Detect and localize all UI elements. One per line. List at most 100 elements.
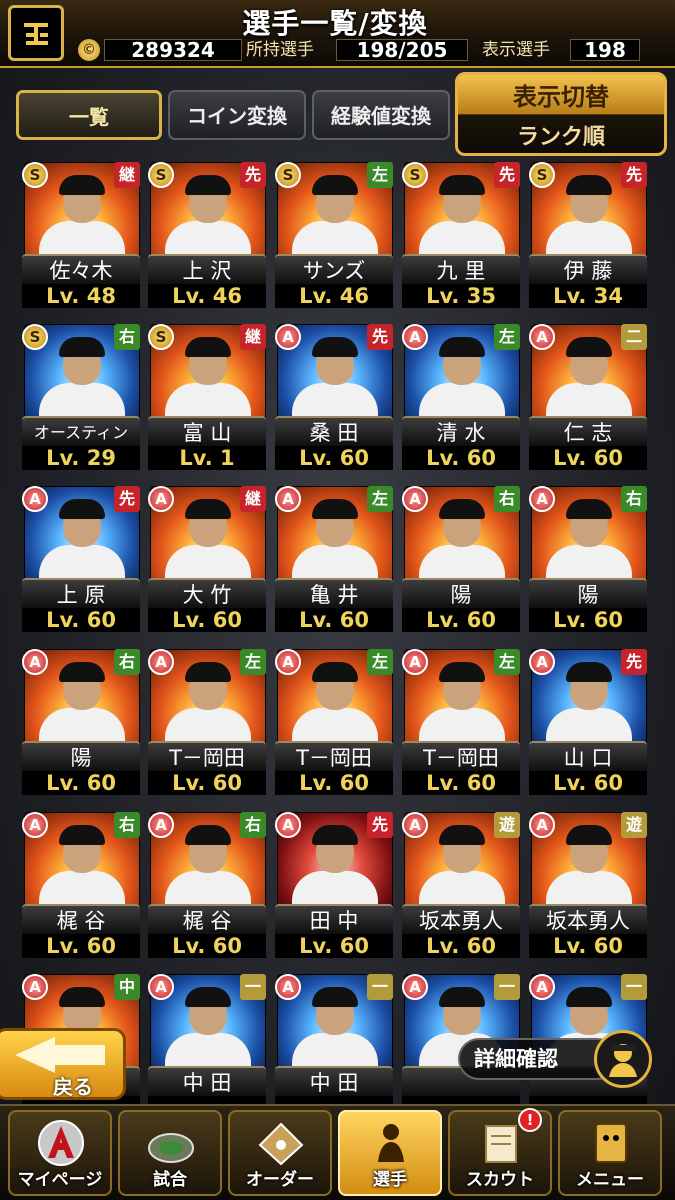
position-badge: 左 (367, 162, 393, 188)
player-name: 上 沢 (148, 254, 266, 286)
rank-badge: A (529, 324, 555, 350)
player-name: 清 水 (402, 416, 520, 448)
position-badge: 左 (367, 486, 393, 512)
team-logo-icon (8, 5, 64, 61)
player-level: Lv. 60 (275, 446, 393, 470)
player-card[interactable]: A 右陽 Lv. 60 (402, 486, 520, 632)
player-level: Lv. 60 (22, 608, 140, 632)
player-name: サンズ (275, 254, 393, 286)
tab-list[interactable]: 一覧 (16, 90, 162, 140)
rank-badge: A (402, 974, 428, 1000)
owned-players-label: 所持選手 (246, 40, 314, 60)
player-card[interactable]: A 右陽 Lv. 60 (529, 486, 647, 632)
player-card[interactable]: A 先山 口 Lv. 60 (529, 649, 647, 795)
player-card[interactable]: A 右梶 谷 Lv. 60 (148, 812, 266, 958)
nav-label: マイページ (17, 1170, 103, 1190)
display-toggle-button[interactable]: 表示切替 ランク順 (455, 72, 667, 156)
player-card[interactable]: A 先上 原 Lv. 60 (22, 486, 140, 632)
notification-badge: ! (518, 1108, 542, 1132)
display-toggle-label: 表示切替 (513, 83, 609, 111)
nav-item-menu[interactable]: メニュー (558, 1110, 662, 1196)
rank-badge: A (22, 649, 48, 675)
player-name: 田 中 (275, 904, 393, 936)
position-badge: 一 (494, 974, 520, 1000)
player-level: Lv. 60 (402, 934, 520, 958)
rank-badge: A (529, 649, 555, 675)
position-badge: 遊 (621, 812, 647, 838)
nav-item-field[interactable]: オーダー (228, 1110, 332, 1196)
player-card[interactable]: A 右梶 谷 Lv. 60 (22, 812, 140, 958)
nav-item-stadium[interactable]: 試合 (118, 1110, 222, 1196)
player-card[interactable]: A 先桑 田 Lv. 60 (275, 324, 393, 470)
a-emblem-icon (36, 1118, 86, 1168)
nav-item-player[interactable]: 選手 (338, 1110, 442, 1196)
sort-order-value: ランク順 (516, 125, 605, 150)
tab-exp-convert[interactable]: 経験値変換 (312, 90, 450, 140)
player-level: Lv. 60 (529, 934, 647, 958)
player-card[interactable]: S 右オースティン Lv. 29 (22, 324, 140, 470)
player-card[interactable]: A 左 T－岡田 Lv. 60 (148, 649, 266, 795)
player-card[interactable]: A 遊坂本勇人 Lv. 60 (402, 812, 520, 958)
player-card[interactable]: A 二仁 志 Lv. 60 (529, 324, 647, 470)
position-badge: 先 (621, 649, 647, 675)
player-card[interactable]: A 左 T－岡田 Lv. 60 (275, 649, 393, 795)
player-level: Lv. 46 (275, 284, 393, 308)
player-card[interactable]: A 左亀 井 Lv. 60 (275, 486, 393, 632)
rank-badge: S (402, 162, 428, 188)
position-badge: 二 (621, 324, 647, 350)
player-level: Lv. 60 (275, 771, 393, 795)
player-level: Lv. 60 (275, 608, 393, 632)
detail-check-button[interactable]: 詳細確認 (458, 1030, 656, 1088)
player-card[interactable]: A 一中 田 (148, 974, 266, 1112)
player-card[interactable]: A 一中 田 (275, 974, 393, 1112)
player-card[interactable]: S 先伊 藤 Lv. 34 (529, 162, 647, 308)
player-name: 坂本勇人 (529, 904, 647, 936)
player-card[interactable]: A 右陽 Lv. 60 (22, 649, 140, 795)
position-badge: 左 (240, 649, 266, 675)
rank-badge: S (529, 162, 555, 188)
player-card[interactable]: A 継大 竹 Lv. 60 (148, 486, 266, 632)
position-badge: 先 (621, 162, 647, 188)
player-card[interactable]: S 継佐々木 Lv. 48 (22, 162, 140, 308)
shown-players-count: 198 (570, 39, 640, 61)
player-card[interactable]: A 左 T－岡田 Lv. 60 (402, 649, 520, 795)
position-badge: 右 (114, 324, 140, 350)
position-badge: 先 (367, 324, 393, 350)
nav-label: スカウト (466, 1170, 534, 1190)
player-card[interactable]: S 先上 沢 Lv. 46 (148, 162, 266, 308)
position-badge: 右 (114, 649, 140, 675)
player-level: Lv. 60 (22, 934, 140, 958)
player-name: T－岡田 (275, 741, 393, 773)
stadium-icon (146, 1118, 196, 1168)
rank-badge: A (402, 324, 428, 350)
player-name: 陽 (529, 578, 647, 610)
player-card[interactable]: A 先田 中 Lv. 60 (275, 812, 393, 958)
rank-badge: A (275, 486, 301, 512)
back-button[interactable]: 戻る (0, 1028, 126, 1100)
position-badge: 先 (240, 162, 266, 188)
tab-coin-convert[interactable]: コイン変換 (168, 90, 306, 140)
player-name: 仁 志 (529, 416, 647, 448)
player-name: 梶 谷 (22, 904, 140, 936)
player-name: 亀 井 (275, 578, 393, 610)
nav-item-scout[interactable]: スカウト! (448, 1108, 552, 1196)
rank-badge: A (275, 649, 301, 675)
player-card[interactable]: S 先九 里 Lv. 35 (402, 162, 520, 308)
rank-badge: A (22, 812, 48, 838)
rank-badge: A (148, 649, 174, 675)
player-name: 梶 谷 (148, 904, 266, 936)
player-card[interactable]: A 左清 水 Lv. 60 (402, 324, 520, 470)
rank-badge: A (22, 974, 48, 1000)
player-level: Lv. 1 (148, 446, 266, 470)
player-card[interactable]: S 左サンズ Lv. 46 (275, 162, 393, 308)
player-card[interactable]: A 遊坂本勇人 Lv. 60 (529, 812, 647, 958)
player-name: T－岡田 (148, 741, 266, 773)
nav-item-a-emblem[interactable]: マイページ (8, 1110, 112, 1196)
rank-badge: S (148, 162, 174, 188)
player-name: 佐々木 (22, 254, 140, 286)
player-silhouette-icon (594, 1030, 652, 1088)
rank-badge: A (402, 812, 428, 838)
rank-badge: S (275, 162, 301, 188)
player-card[interactable]: S 継富 山 Lv. 1 (148, 324, 266, 470)
screen: 選手一覧/変換 © 289324 所持選手 198/205 表示選手 198 一… (0, 0, 675, 1200)
